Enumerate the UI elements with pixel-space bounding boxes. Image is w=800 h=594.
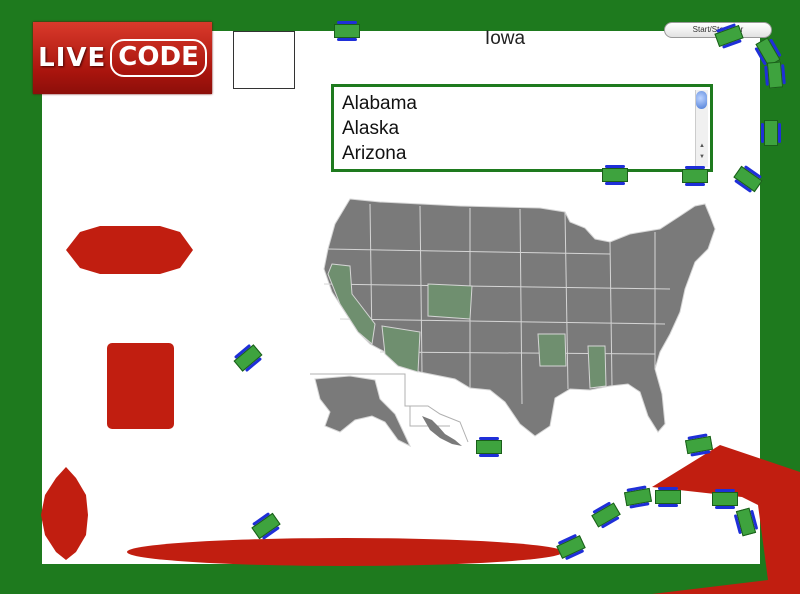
car[interactable]	[684, 435, 714, 455]
highlighted-state-arkansas	[537, 333, 567, 367]
red-vertical-oval-obstacle	[41, 467, 88, 560]
car[interactable]	[766, 61, 784, 89]
car[interactable]	[712, 489, 738, 509]
car[interactable]	[764, 120, 778, 146]
us-map[interactable]	[310, 194, 730, 449]
car[interactable]	[682, 166, 708, 186]
car[interactable]	[602, 165, 628, 185]
red-long-ellipse-obstacle	[127, 538, 563, 566]
highlighted-state-colorado	[427, 283, 473, 320]
game-stage: LIVE CODE Iowa Start/Stop Car Alabama Al…	[0, 0, 800, 594]
red-arrow-obstacle	[652, 445, 800, 594]
car[interactable]	[476, 437, 502, 457]
highlighted-state-arizona	[381, 325, 421, 373]
car[interactable]	[655, 487, 681, 507]
highlighted-state-alabama	[587, 345, 607, 389]
red-oval-obstacle	[66, 226, 193, 274]
car[interactable]	[735, 507, 757, 537]
map-mainland	[323, 198, 716, 437]
car[interactable]	[623, 487, 653, 507]
red-rectangle-obstacle	[107, 343, 174, 429]
map-alaska	[314, 375, 412, 448]
car[interactable]	[334, 21, 360, 41]
